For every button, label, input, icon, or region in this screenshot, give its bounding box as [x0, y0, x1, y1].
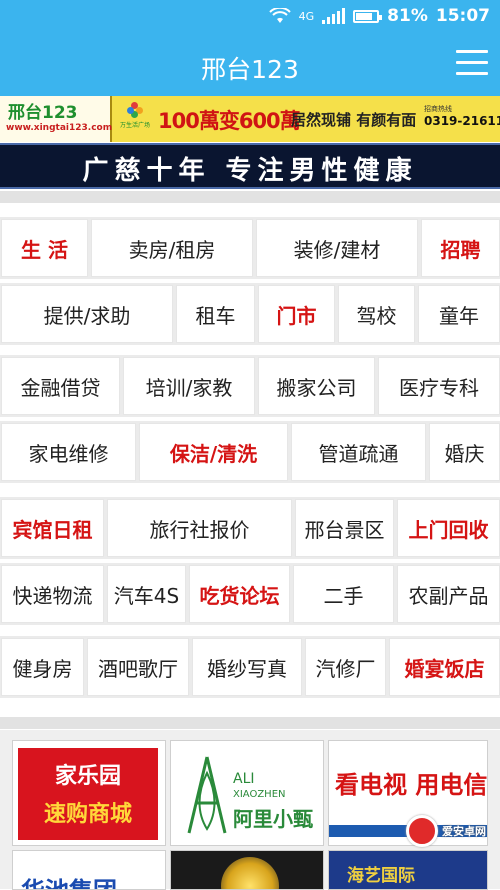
category-row: 宾馆日租 旅行社报价 邢台景区 上门回收 [0, 497, 500, 559]
ad-jialeyuan-line2: 速购商城 [43, 802, 132, 827]
health-banner-text: 广慈十年 专注男性健康 [82, 156, 418, 186]
category-item[interactable]: 二手 [293, 565, 394, 623]
category-item[interactable]: 快递物流 [1, 565, 104, 623]
status-bar: 4G 81% 15:07 [0, 0, 500, 34]
category-item[interactable]: 婚庆 [429, 423, 500, 481]
category-item[interactable]: 吃货论坛 [189, 565, 290, 623]
category-item[interactable]: 提供/求助 [1, 285, 173, 343]
watermark-logo-icon [406, 815, 438, 847]
phone-label: 招商热线 [424, 105, 452, 113]
category-item[interactable]: 家电维修 [1, 423, 136, 481]
ad-huachi[interactable]: 华池集团 [12, 850, 166, 890]
category-item[interactable]: 驾校 [338, 285, 415, 343]
ad-ali-cn: 阿里小甄 [233, 807, 313, 831]
category-row: 生 活卖房/租房 装修/建材 招聘 [0, 217, 500, 279]
ali-logo-icon [187, 756, 227, 834]
category-item[interactable]: 旅行社报价 [107, 499, 292, 557]
mall-name: 万生活广场 [119, 122, 150, 129]
wifi-icon [268, 8, 291, 23]
logo-text: 邢台123 [8, 103, 78, 123]
logo-url: www.xingtai123.com [6, 123, 113, 133]
ad-alixiaozhen[interactable]: ALI XIAOZHEN 阿里小甄 [170, 740, 324, 846]
divider [0, 717, 500, 729]
category-item[interactable]: 租车 [176, 285, 255, 343]
category-item[interactable]: 卖房/租房 [91, 219, 253, 277]
app-title: 邢台123 [201, 55, 299, 84]
category-item[interactable]: 培训/家教 [123, 357, 255, 415]
menu-icon[interactable] [456, 50, 488, 78]
category-row: 金融借贷 培训/家教 搬家公司 医疗专科 [0, 355, 500, 417]
sun-icon [221, 857, 279, 889]
ad-jialeyuan[interactable]: 家乐园 速购商城 [12, 740, 166, 846]
category-item[interactable]: 邢台景区 [295, 499, 394, 557]
category-item[interactable]: 汽修厂 [305, 638, 386, 696]
ad-telecom-text: 看电视 用电信 [335, 771, 488, 799]
category-row: 提供/求助 租车 门市 驾校 童年 [0, 283, 500, 345]
banner-phone: 招商热线 0319-2161111 [424, 104, 500, 128]
top-ad-banner[interactable]: 邢台123 www.xingtai123.com 万生活广场 100萬变600萬… [0, 96, 500, 142]
flower-icon [127, 102, 143, 118]
divider [0, 191, 500, 203]
category-item[interactable]: 农副产品 [397, 565, 500, 623]
category-item[interactable]: 医疗专科 [378, 357, 500, 415]
watermark: 爱安卓网 [406, 806, 496, 856]
battery-percent: 81% [387, 6, 428, 26]
ad-golden-sun[interactable] [170, 850, 324, 890]
banner-subline: 居然现铺 有颜有面 [291, 111, 417, 129]
watermark-text: 爱安卓网 [442, 825, 486, 838]
ad-huachi-text: 华池集团 [21, 871, 117, 889]
site-logo: 邢台123 www.xingtai123.com [0, 96, 112, 142]
network-type: 4G [298, 9, 315, 23]
ad-ali-en2: XIAOZHEN [233, 789, 286, 800]
clock: 15:07 [435, 6, 490, 26]
category-item[interactable]: 汽车4S [107, 565, 186, 623]
category-row: 快递物流 汽车4S 吃货论坛 二手 农副产品 [0, 563, 500, 625]
category-item[interactable]: 上门回收 [397, 499, 500, 557]
category-item[interactable]: 管道疏通 [291, 423, 426, 481]
mall-logo: 万生活广场 [116, 102, 154, 136]
category-row: 家电维修 保洁/清洗 管道疏通 婚庆 [0, 421, 500, 483]
category-item[interactable]: 婚宴饭店 [389, 638, 500, 696]
category-item[interactable]: 童年 [418, 285, 500, 343]
ad-haiyi[interactable]: 海艺国际 [328, 850, 488, 890]
ad-haiyi-text: 海艺国际 [347, 866, 415, 886]
ad-ali-en1: ALI [233, 771, 255, 787]
category-row: 健身房 酒吧歌厅 婚纱写真 汽修厂 婚宴饭店 [0, 636, 500, 698]
category-item[interactable]: 酒吧歌厅 [87, 638, 189, 696]
banner-headline: 100萬变600萬 [158, 109, 301, 133]
category-item[interactable]: 生 活 [1, 219, 88, 277]
category-item[interactable]: 宾馆日租 [1, 499, 104, 557]
category-item[interactable]: 装修/建材 [256, 219, 418, 277]
category-item[interactable]: 招聘 [421, 219, 500, 277]
category-item[interactable]: 健身房 [1, 638, 84, 696]
ad-jialeyuan-line1: 家乐园 [54, 764, 121, 789]
category-item[interactable]: 金融借贷 [1, 357, 120, 415]
battery-icon [353, 9, 383, 23]
signal-icon [322, 8, 346, 24]
app-bar: 邢台123 [0, 34, 500, 96]
phone-number: 0319-2161111 [424, 114, 500, 128]
category-item[interactable]: 门市 [258, 285, 335, 343]
category-item[interactable]: 保洁/清洗 [139, 423, 288, 481]
category-item[interactable]: 婚纱写真 [192, 638, 302, 696]
category-item[interactable]: 搬家公司 [258, 357, 375, 415]
health-ad-banner[interactable]: 广慈十年 专注男性健康 [0, 143, 500, 189]
